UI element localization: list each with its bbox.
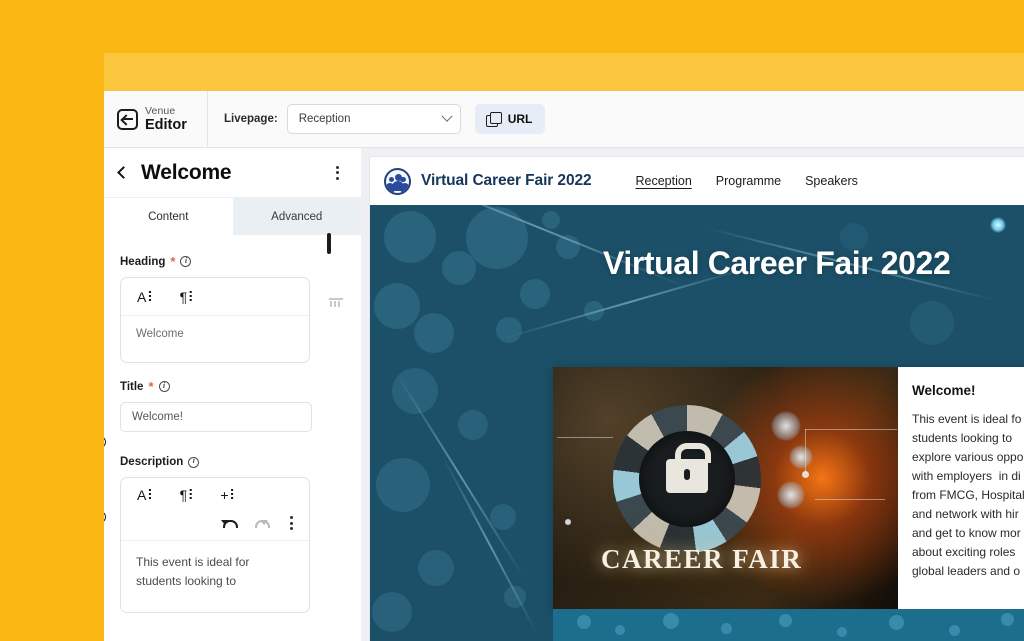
- lock-icon: [666, 443, 711, 493]
- nav-link-speakers[interactable]: Speakers: [805, 174, 858, 188]
- info-icon[interactable]: [158, 381, 170, 392]
- site-navigation-bar: Virtual Career Fair 2022 Reception Progr…: [370, 157, 1024, 205]
- text-style-icon[interactable]: A⠇: [137, 487, 158, 504]
- required-marker: *: [148, 379, 154, 394]
- tab-advanced[interactable]: Advanced: [232, 198, 361, 235]
- url-button-label: URL: [507, 112, 533, 126]
- welcome-text-block: Welcome! This event is ideal fo students…: [898, 367, 1024, 609]
- panel-kebab-menu-icon[interactable]: [329, 164, 345, 182]
- info-icon[interactable]: [188, 456, 200, 468]
- brand-line-editor: Editor: [145, 116, 187, 133]
- copy-icon: [485, 111, 502, 127]
- description-toolbar-row-2: [137, 504, 309, 534]
- content-sidebar: Welcome Content Advanced Heading * i A⠇ …: [104, 148, 361, 641]
- info-icon[interactable]: [180, 256, 192, 267]
- redo-icon[interactable]: [252, 517, 270, 530]
- livepage-select[interactable]: Reception: [286, 104, 461, 134]
- paragraph-style-icon[interactable]: ¶⠇: [180, 487, 199, 504]
- url-button[interactable]: URL: [474, 104, 546, 134]
- chevron-down-icon: [441, 110, 453, 122]
- brand-venue-editor[interactable]: Venue Editor: [104, 91, 208, 147]
- description-rich-editor[interactable]: A⠇ ¶⠇ +⠇ This event is ideal for student…: [120, 477, 310, 614]
- field-description-label: Description: [120, 456, 184, 468]
- field-title-label-row: Title *: [120, 380, 343, 393]
- heading-editor-toolbar: A⠇ ¶⠇: [121, 278, 309, 316]
- livepage-label: Livepage:: [224, 113, 278, 125]
- site-preview: Virtual Career Fair 2022 Reception Progr…: [370, 157, 1024, 641]
- field-description-label-row: Description: [120, 456, 343, 468]
- hero-banner: Virtual Career Fair 2022: [370, 205, 1024, 354]
- field-title-label: Title: [120, 380, 144, 393]
- brand-line-venue: Venue: [145, 105, 176, 117]
- hero-light-glow: [990, 217, 1006, 233]
- screenshot-root: Venue Editor Livepage: Reception URL Wel…: [0, 0, 1024, 641]
- hero-content-band: CAREER FAIR Welcome! This event is ideal…: [370, 354, 1024, 641]
- nav-link-reception[interactable]: Reception: [636, 174, 692, 188]
- site-title: Virtual Career Fair 2022: [421, 172, 592, 189]
- nav-link-programme[interactable]: Programme: [716, 174, 781, 188]
- description-kebab-menu-icon[interactable]: [283, 514, 299, 532]
- heading-value[interactable]: Welcome: [121, 316, 309, 362]
- venue-editor-logo-icon: [117, 108, 138, 130]
- field-heading-label-row: Heading *: [120, 255, 343, 268]
- description-value[interactable]: This event is ideal for students looking…: [121, 541, 309, 612]
- people-group-logo-icon: [384, 167, 411, 195]
- page-title: Welcome: [141, 160, 232, 184]
- description-toolbar-row-1: A⠇ ¶⠇ +⠇: [137, 487, 309, 504]
- window-top-strip: [104, 53, 1024, 91]
- site-nav-links: Reception Programme Speakers: [636, 174, 858, 188]
- welcome-body-text: This event is ideal fo students looking …: [912, 412, 1024, 578]
- title-input-value: Welcome!: [132, 411, 183, 423]
- field-heading-label: Heading: [120, 255, 166, 268]
- career-fair-caption: CAREER FAIR: [601, 544, 803, 574]
- back-chevron-left-icon[interactable]: [117, 166, 130, 179]
- required-marker: *: [170, 254, 176, 269]
- monitor-icon[interactable]: [327, 233, 343, 254]
- field-title: Title * Welcome!: [104, 380, 361, 432]
- editor-body: Welcome Content Advanced Heading * i A⠇ …: [104, 148, 1024, 641]
- insert-icon[interactable]: +⠇: [220, 487, 239, 504]
- sidebar-tabs: Content Advanced: [104, 198, 361, 235]
- field-description: Description A⠇ ¶⠇ +⠇: [104, 456, 361, 614]
- hero-title: Virtual Career Fair 2022: [603, 245, 951, 281]
- heading-rich-editor[interactable]: A⠇ ¶⠇ Welcome: [120, 277, 310, 363]
- brand-text: Venue Editor: [145, 106, 187, 132]
- text-style-icon[interactable]: A⠇: [137, 289, 158, 306]
- panel-header: Welcome: [104, 148, 361, 198]
- livepage-group: Livepage: Reception: [208, 104, 461, 134]
- form-area: Heading * A⠇ ¶⠇ Welcome: [104, 233, 361, 614]
- welcome-heading: Welcome!: [912, 383, 976, 398]
- venue-editor-window: Venue Editor Livepage: Reception URL Wel…: [104, 53, 1024, 641]
- band-bottom-strip: [553, 609, 1024, 641]
- welcome-content-card: CAREER FAIR Welcome! This event is ideal…: [553, 367, 1024, 609]
- paragraph-style-icon[interactable]: ¶⠇: [180, 289, 199, 306]
- top-toolbar: Venue Editor Livepage: Reception URL: [104, 91, 1024, 148]
- undo-icon[interactable]: [221, 517, 238, 530]
- title-input[interactable]: Welcome!: [120, 402, 312, 432]
- field-heading: Heading * A⠇ ¶⠇ Welcome: [104, 255, 361, 363]
- description-editor-toolbar: A⠇ ¶⠇ +⠇: [121, 478, 309, 541]
- tab-content[interactable]: Content: [104, 198, 233, 235]
- career-fair-image: CAREER FAIR: [553, 367, 898, 609]
- livepage-selected-value: Reception: [298, 113, 351, 125]
